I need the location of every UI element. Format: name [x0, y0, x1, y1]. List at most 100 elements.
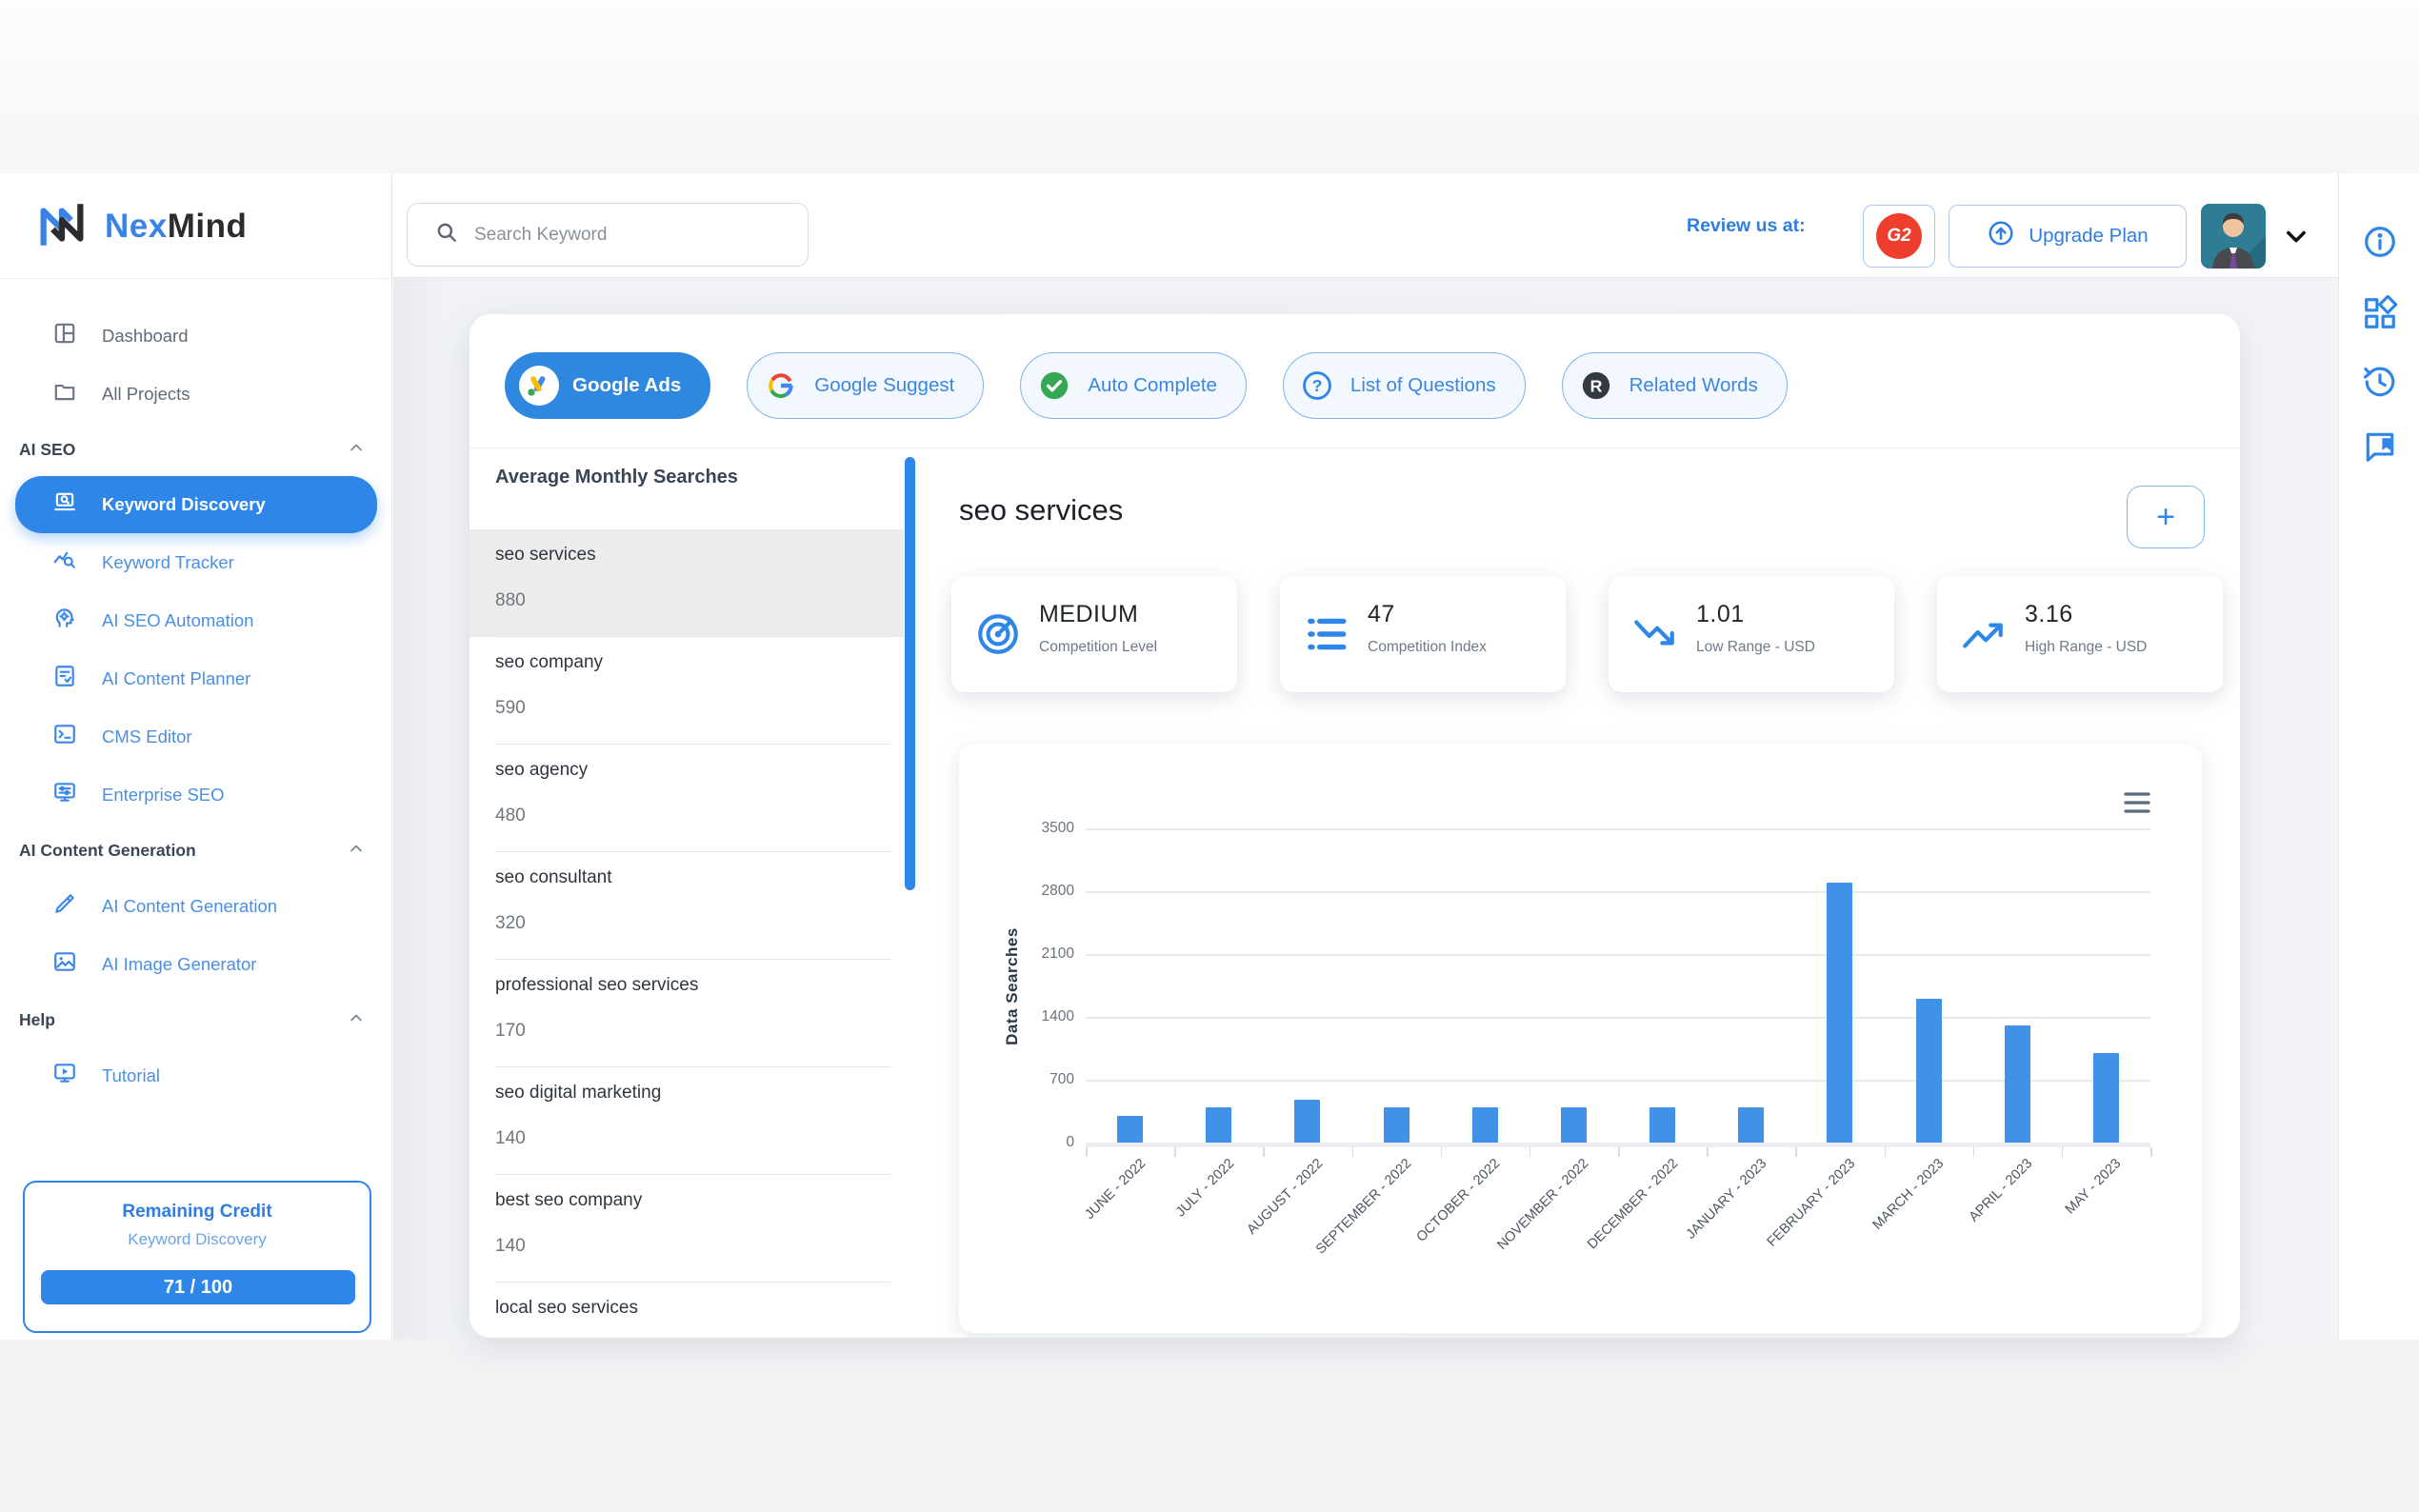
cms-editor-icon [52, 722, 77, 751]
svg-text:?: ? [1312, 376, 1323, 395]
keyword-volume: 170 [495, 1021, 526, 1042]
brand-name: NexMind [105, 208, 247, 246]
sidebar-divider [0, 278, 392, 279]
g2-review-button[interactable]: G2 [1863, 205, 1935, 268]
upgrade-plan-button[interactable]: Upgrade Plan [1949, 205, 2187, 268]
keyword-label: local seo services [495, 1298, 638, 1319]
y-axis-tick-label: 2800 [1008, 883, 1074, 900]
keyword-label: seo agency [495, 760, 588, 781]
keyword-row-local-seo-services[interactable]: local seo services [470, 1283, 904, 1338]
ai-content-generation-icon [52, 891, 77, 921]
keyword-label: seo digital marketing [495, 1083, 661, 1104]
enterprise-seo-icon [52, 780, 77, 809]
keyword-row-seo-services[interactable]: seo services 880 [470, 529, 904, 637]
axis-tick [1707, 1147, 1709, 1157]
target-icon [974, 610, 1022, 658]
ai-content-planner-icon [52, 664, 77, 693]
keyword-volume: 590 [495, 698, 526, 719]
tab-related-words[interactable]: R Related Words [1562, 352, 1788, 419]
bar-february-2023 [1827, 883, 1852, 1143]
sidebar-item-cms-editor[interactable]: CMS Editor [0, 707, 392, 766]
trend-down-icon [1631, 610, 1679, 658]
bar-august-2022 [1294, 1100, 1320, 1143]
bar-march-2023 [1916, 999, 1942, 1143]
stat-card-high-range-usd: 3.16 High Range - USD [1937, 576, 2223, 692]
sidebar-section-ai-seo[interactable]: AI SEO [0, 423, 392, 476]
credit-progress-bar: 71 / 100 [41, 1270, 355, 1304]
stat-value: 47 [1368, 601, 1395, 628]
keyword-row-seo-digital-marketing[interactable]: seo digital marketing 140 [470, 1067, 904, 1175]
chevron-up-icon [347, 438, 366, 462]
sidebar-item-enterprise-seo[interactable]: Enterprise SEO [0, 766, 392, 824]
sidebar-item-label: AI Content Generation [102, 896, 277, 917]
keyword-label: professional seo services [495, 975, 698, 996]
topbar: Review us at: G2 Upgrade Plan [393, 173, 2338, 278]
search-icon [434, 220, 459, 249]
tab-google-ads[interactable]: Google Ads [505, 352, 710, 419]
sidebar-item-all-projects[interactable]: All Projects [0, 365, 392, 423]
bar-may-2023 [2093, 1053, 2119, 1143]
bar-november-2022 [1561, 1107, 1587, 1143]
bar-april-2023 [2005, 1025, 2030, 1143]
sidebar-section-ai-content-generation[interactable]: AI Content Generation [0, 824, 392, 877]
sidebar-section-label: Help [19, 1010, 55, 1030]
keyword-row-seo-company[interactable]: seo company 590 [470, 637, 904, 745]
gridline [1086, 891, 2150, 893]
account-menu-chevron[interactable] [2283, 208, 2311, 265]
arrow-up-circle-icon [1987, 219, 2015, 253]
axis-tick [1795, 1147, 1797, 1157]
tab-label: Google Ads [572, 374, 681, 397]
sidebar-item-ai-content-planner[interactable]: AI Content Planner [0, 649, 392, 707]
sidebar-item-label: CMS Editor [102, 726, 192, 747]
y-axis-tick-label: 1400 [1008, 1008, 1074, 1025]
page-top-margin [0, 0, 2419, 173]
sidebar-section-help[interactable]: Help [0, 993, 392, 1046]
remaining-credit-title: Remaining Credit [25, 1202, 370, 1223]
tab-auto-complete[interactable]: Auto Complete [1020, 352, 1247, 419]
tab-list-of-questions[interactable]: ? List of Questions [1283, 352, 1526, 419]
axis-tick [2062, 1147, 2064, 1157]
sidebar-item-ai-seo-automation[interactable]: AI SEO Automation [0, 591, 392, 649]
widgets-icon[interactable] [2362, 295, 2398, 331]
keyword-row-seo-consultant[interactable]: seo consultant 320 [470, 852, 904, 960]
keyword-row-seo-agency[interactable]: seo agency 480 [470, 745, 904, 852]
stat-card-competition-level: MEDIUM Competition Level [951, 576, 1237, 692]
y-axis-tick-label: 0 [1008, 1134, 1074, 1151]
sidebar-item-tutorial[interactable]: Tutorial [0, 1046, 392, 1104]
gridline [1086, 1017, 2150, 1019]
search-volume-chart-card: Data Searches 07001400210028003500JUNE -… [959, 745, 2202, 1333]
sidebar-nav: Dashboard All ProjectsAI SEO Keyword Dis… [0, 307, 392, 1104]
stat-card-competition-index: 47 Competition Index [1280, 576, 1566, 692]
sidebar-item-label: AI Content Planner [102, 668, 250, 689]
axis-tick [1352, 1147, 1354, 1157]
history-icon[interactable] [2362, 364, 2398, 400]
keyword-row-best-seo-company[interactable]: best seo company 140 [470, 1175, 904, 1283]
stat-label: Competition Index [1368, 639, 1487, 656]
keyword-row-professional-seo-services[interactable]: professional seo services 170 [470, 960, 904, 1067]
brand-logo: NexMind [34, 183, 247, 270]
search-input[interactable] [474, 225, 789, 246]
keyword-search-box[interactable] [407, 203, 809, 267]
r-circle-icon: R [1576, 366, 1616, 406]
sidebar-item-label: Dashboard [102, 326, 189, 347]
sidebar-item-keyword-discovery[interactable]: Keyword Discovery [15, 476, 377, 533]
info-icon[interactable] [2362, 224, 2398, 260]
sidebar-item-label: AI SEO Automation [102, 610, 253, 631]
list-lines-icon [1303, 610, 1350, 658]
feedback-icon[interactable] [2362, 428, 2398, 465]
chart-menu-icon[interactable] [2123, 790, 2151, 815]
sidebar-item-ai-image-generator[interactable]: AI Image Generator [0, 935, 392, 993]
add-keyword-button[interactable]: + [2127, 486, 2205, 548]
keyword-volume: 480 [495, 806, 526, 826]
g2-icon: G2 [1876, 213, 1922, 259]
google-g-icon [761, 366, 801, 406]
axis-tick [1885, 1147, 1887, 1157]
keyword-list-scrollbar[interactable] [905, 457, 915, 890]
sidebar-item-keyword-tracker[interactable]: Keyword Tracker [0, 533, 392, 591]
check-circle-icon [1034, 366, 1074, 406]
user-avatar[interactable] [2201, 204, 2266, 269]
sidebar-item-dashboard[interactable]: Dashboard [0, 307, 392, 365]
main-content: Google Ads Google Suggest Auto Complete?… [393, 278, 2338, 1340]
sidebar-item-ai-content-generation[interactable]: AI Content Generation [0, 877, 392, 935]
tab-google-suggest[interactable]: Google Suggest [747, 352, 984, 419]
